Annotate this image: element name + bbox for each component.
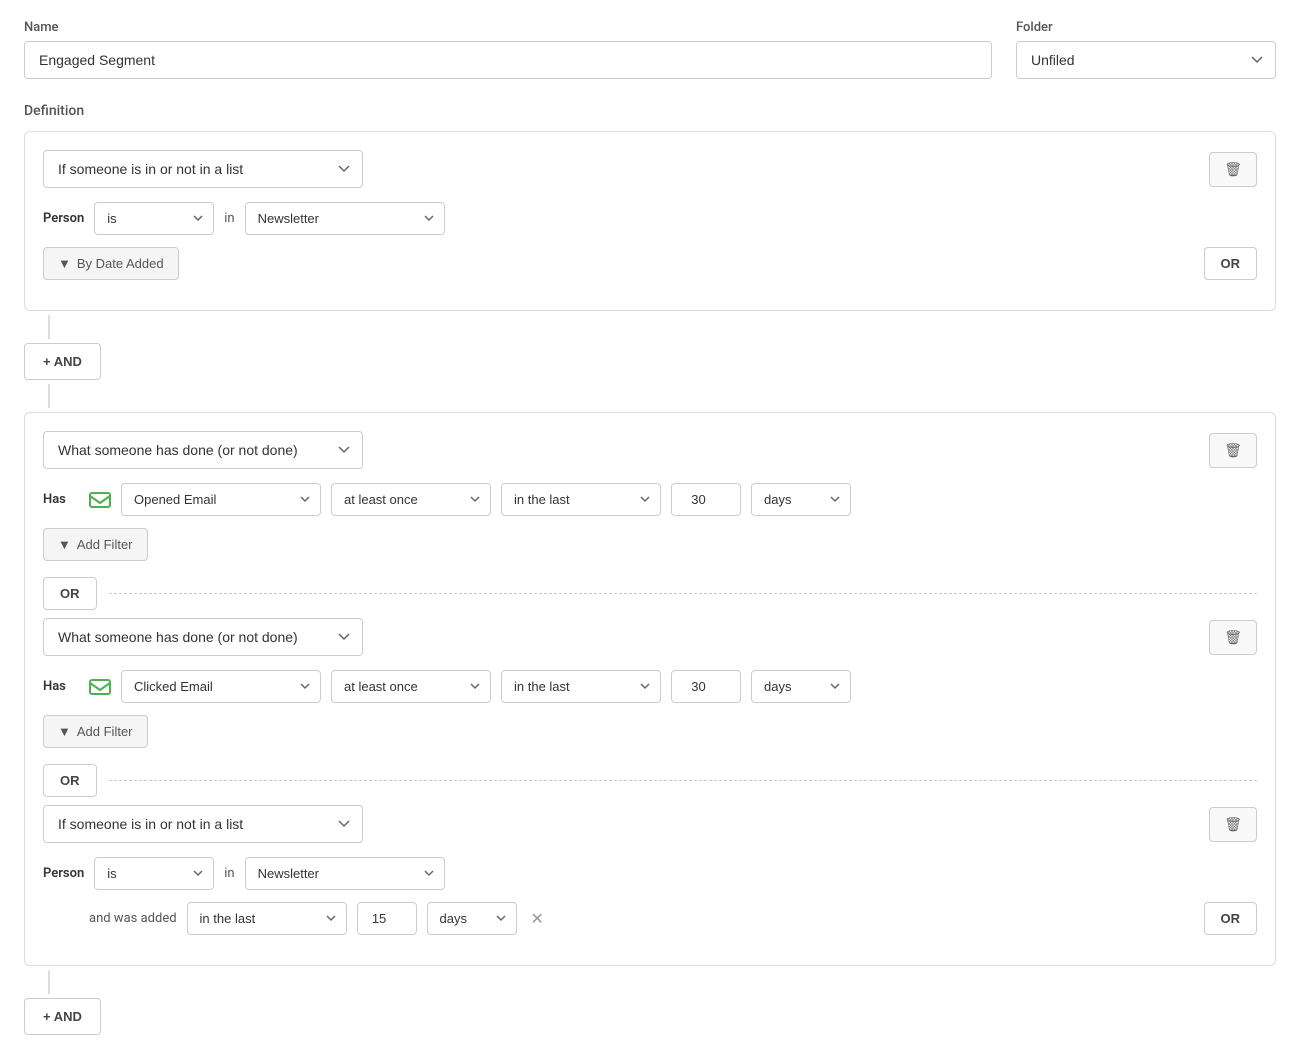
delete-icon-4: 🗑 <box>1224 816 1242 833</box>
block2-has-label: Has <box>43 492 79 507</box>
add-filter-icon-2: ▼ <box>58 537 71 552</box>
block3-unit-select[interactable]: days <box>751 670 851 703</box>
name-field-group: Name <box>24 20 992 79</box>
folder-label: Folder <box>1016 20 1276 35</box>
multi-condition-block: What someone has done (or not done) 🗑 Ha… <box>24 412 1276 966</box>
block3-freq-select[interactable]: at least once <box>331 670 491 703</box>
block2-freq-select[interactable]: at least once <box>331 483 491 516</box>
condition-block-3-inner: What someone has done (or not done) 🗑 Ha… <box>43 618 1257 748</box>
block4-person-is-select[interactable]: is <box>94 857 214 890</box>
block4-days-input[interactable] <box>357 902 417 935</box>
block4-added-label: and was added <box>89 911 177 926</box>
block4-header: If someone is in or not in a list 🗑 <box>43 805 1257 843</box>
block4-added-row: and was added in the last days ✕ OR <box>43 902 1257 935</box>
close-icon: ✕ <box>531 911 544 928</box>
delete-icon: 🗑 <box>1224 161 1242 178</box>
block3-header: What someone has done (or not done) 🗑 <box>43 618 1257 656</box>
name-label: Name <box>24 20 992 35</box>
block4-condition-type-select[interactable]: If someone is in or not in a list <box>43 805 363 843</box>
block3-event-row: Has Clicked Email at least once in the l… <box>43 670 1257 703</box>
block1-header: If someone is in or not in a list 🗑 <box>43 150 1257 188</box>
opened-email-icon <box>89 491 111 509</box>
filter-icon: ▼ <box>58 256 71 271</box>
block3-delete-button[interactable]: 🗑 <box>1209 620 1257 655</box>
vert-line-1 <box>48 315 50 339</box>
or-separator-1: OR <box>43 573 1257 618</box>
block4-list-select[interactable]: Newsletter <box>245 857 445 890</box>
block1-person-is-select[interactable]: is <box>94 202 214 235</box>
block4-person-row: Person is in Newsletter <box>43 857 1257 890</box>
clicked-email-icon <box>89 678 111 696</box>
and-button-2[interactable]: + AND <box>24 998 101 1035</box>
or-button-2[interactable]: OR <box>43 764 97 797</box>
block2-filter-row: ▼ Add Filter <box>43 528 1257 561</box>
block1-delete-button[interactable]: 🗑 <box>1209 152 1257 187</box>
block4-added-timeframe-select[interactable]: in the last <box>187 902 347 935</box>
block2-add-filter-button[interactable]: ▼ Add Filter <box>43 528 148 561</box>
or-divider-2 <box>109 780 1258 781</box>
or-button-1[interactable]: OR <box>43 577 97 610</box>
block3-add-filter-button[interactable]: ▼ Add Filter <box>43 715 148 748</box>
and-connector-1 <box>24 315 1276 339</box>
and-button-1[interactable]: + AND <box>24 343 101 380</box>
name-input[interactable] <box>24 41 992 79</box>
block1-filter-row: ▼ By Date Added OR <box>43 247 1257 280</box>
block4-remove-filter-button[interactable]: ✕ <box>527 905 548 933</box>
block1-person-label: Person <box>43 211 84 226</box>
folder-select[interactable]: Unfiled <box>1016 41 1276 79</box>
condition-block-2-inner: What someone has done (or not done) 🗑 Ha… <box>43 431 1257 561</box>
block2-unit-select[interactable]: days <box>751 483 851 516</box>
delete-icon-3: 🗑 <box>1224 629 1242 646</box>
vert-line-2 <box>48 384 50 408</box>
page-wrapper: Name Folder Unfiled Definition If someon… <box>24 20 1276 1035</box>
folder-field-group: Folder Unfiled <box>1016 20 1276 79</box>
block3-condition-type-select[interactable]: What someone has done (or not done) <box>43 618 363 656</box>
condition-block-4-inner: If someone is in or not in a list 🗑 Pers… <box>43 805 1257 935</box>
block3-event-select[interactable]: Clicked Email <box>121 670 321 703</box>
block4-unit-select[interactable]: days <box>427 902 517 935</box>
block3-days-input[interactable] <box>671 670 741 703</box>
block2-event-row: Has Opened Email at least once in the la… <box>43 483 1257 516</box>
or-separator-2: OR <box>43 760 1257 805</box>
condition-block-1: If someone is in or not in a list 🗑 Pers… <box>24 131 1276 311</box>
block2-timeframe-select[interactable]: in the last <box>501 483 661 516</box>
block2-days-input[interactable] <box>671 483 741 516</box>
definition-label: Definition <box>24 103 1276 119</box>
block2-event-select[interactable]: Opened Email <box>121 483 321 516</box>
block4-in-label: in <box>224 866 234 881</box>
block1-person-row: Person is in Newsletter <box>43 202 1257 235</box>
block2-condition-type-select[interactable]: What someone has done (or not done) <box>43 431 363 469</box>
top-row: Name Folder Unfiled <box>24 20 1276 79</box>
delete-icon-2: 🗑 <box>1224 442 1242 459</box>
block2-delete-button[interactable]: 🗑 <box>1209 433 1257 468</box>
block3-filter-row: ▼ Add Filter <box>43 715 1257 748</box>
block4-person-label: Person <box>43 866 84 881</box>
block3-has-label: Has <box>43 679 79 694</box>
and-connector-3 <box>24 970 1276 994</box>
vert-line-3 <box>48 970 50 994</box>
and-connector-2 <box>24 384 1276 408</box>
block4-delete-button[interactable]: 🗑 <box>1209 807 1257 842</box>
block4-or-button[interactable]: OR <box>1204 902 1258 935</box>
or-divider-1 <box>109 593 1258 594</box>
block1-list-select[interactable]: Newsletter <box>245 202 445 235</box>
block1-condition-type-select[interactable]: If someone is in or not in a list <box>43 150 363 188</box>
block1-by-date-button[interactable]: ▼ By Date Added <box>43 247 179 280</box>
block1-in-label: in <box>224 211 234 226</box>
add-filter-icon-3: ▼ <box>58 724 71 739</box>
block3-timeframe-select[interactable]: in the last <box>501 670 661 703</box>
block1-or-button[interactable]: OR <box>1204 247 1258 280</box>
block2-header: What someone has done (or not done) 🗑 <box>43 431 1257 469</box>
